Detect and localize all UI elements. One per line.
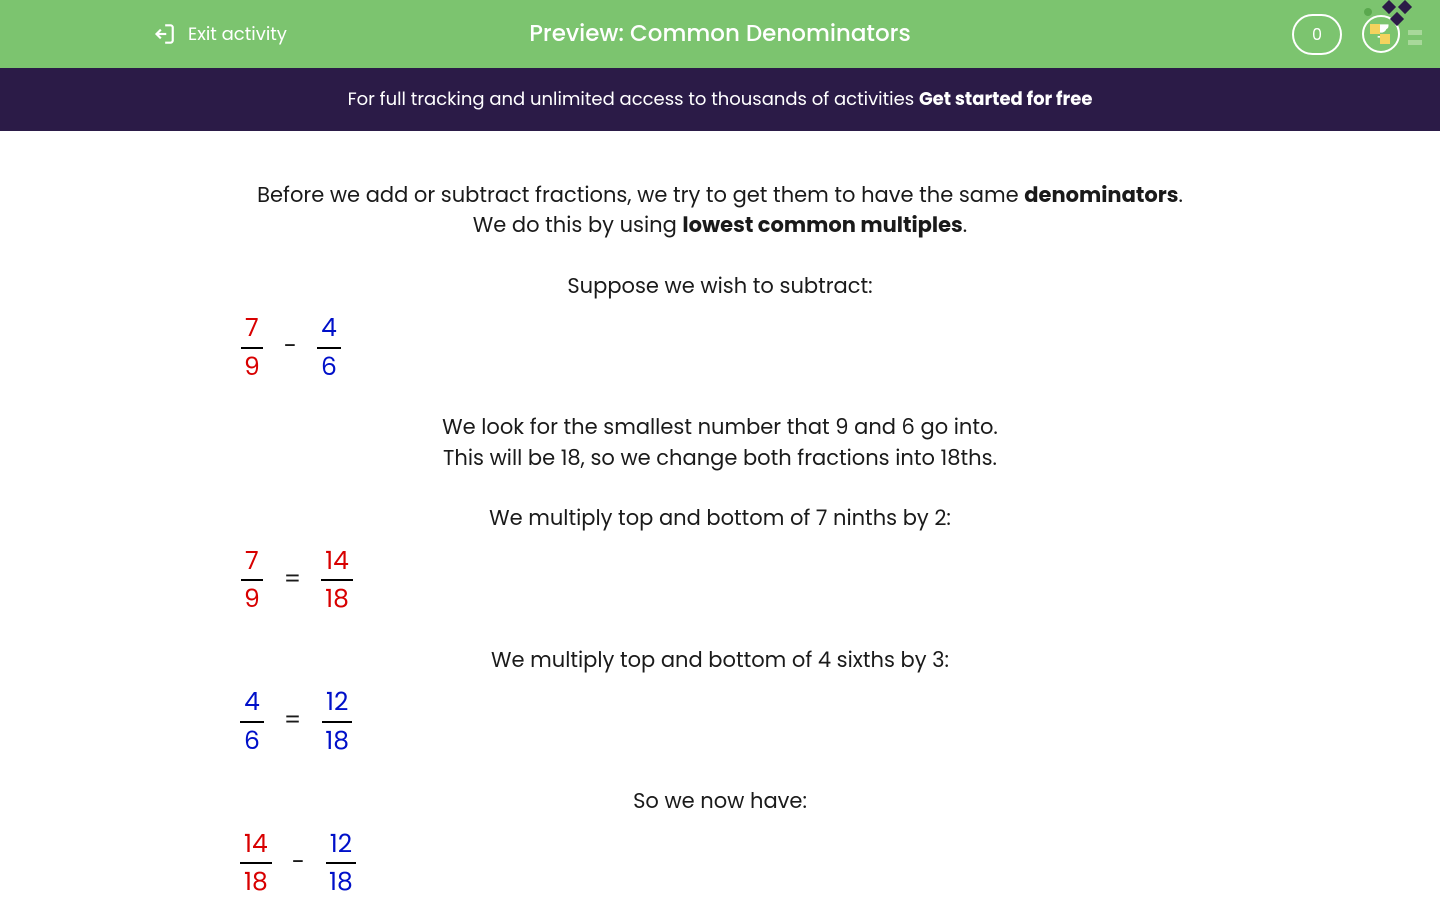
fraction-14-18: 14 18	[321, 545, 353, 616]
fraction-12-18: 12 18	[321, 686, 353, 757]
fraction-4-6b: 4 6	[240, 686, 264, 757]
multiply-line-2: We multiply top and bottom of 4 sixths b…	[240, 646, 1200, 676]
fraction-12-18b: 12 18	[325, 828, 357, 899]
exit-activity-label: Exit activity	[188, 21, 287, 48]
activity-title: Preview: Common Denominators	[529, 17, 911, 51]
activity-header: Exit activity Preview: Common Denominato…	[0, 0, 1440, 68]
fraction-14-18b: 14 18	[240, 828, 272, 899]
explain-line-1: We look for the smallest number that 9 a…	[240, 413, 1200, 443]
exit-icon	[150, 21, 176, 47]
fraction-row-2: 7 9 = 14 18	[240, 545, 1200, 616]
trophy-badge[interactable]	[1362, 15, 1400, 53]
fraction-7-9b: 7 9	[240, 545, 264, 616]
exit-activity-button[interactable]: Exit activity	[150, 21, 287, 48]
trophy-icon	[1371, 21, 1391, 48]
equals-op-2: =	[282, 704, 303, 739]
fraction-row-4: 14 18 - 12 18	[240, 828, 1200, 899]
get-started-link[interactable]: Get started for free	[919, 87, 1092, 112]
fraction-4-6: 4 6	[317, 312, 341, 383]
multiply-line-1: We multiply top and bottom of 7 ninths b…	[240, 504, 1200, 534]
intro-line-1: Before we add or subtract fractions, we …	[240, 181, 1200, 211]
fraction-row-3: 4 6 = 12 18	[240, 686, 1200, 757]
intro-line-2: We do this by using lowest common multip…	[240, 211, 1200, 241]
minus-op-2: -	[290, 846, 307, 881]
fraction-7-9: 7 9	[240, 312, 264, 383]
fraction-row-1: 7 9 - 4 6	[240, 312, 1200, 383]
subtract-heading: Suppose we wish to subtract:	[240, 272, 1200, 302]
header-right: 0	[1292, 14, 1400, 55]
lesson-content: Before we add or subtract fractions, we …	[0, 131, 1440, 899]
explain-line-2: This will be 18, so we change both fract…	[240, 444, 1200, 474]
promo-banner: For full tracking and unlimited access t…	[0, 68, 1440, 131]
equals-op: =	[282, 563, 303, 598]
so-now-line: So we now have:	[240, 787, 1200, 817]
promo-banner-text: For full tracking and unlimited access t…	[348, 87, 919, 112]
score-badge[interactable]: 0	[1292, 14, 1342, 55]
minus-op: -	[282, 330, 299, 365]
